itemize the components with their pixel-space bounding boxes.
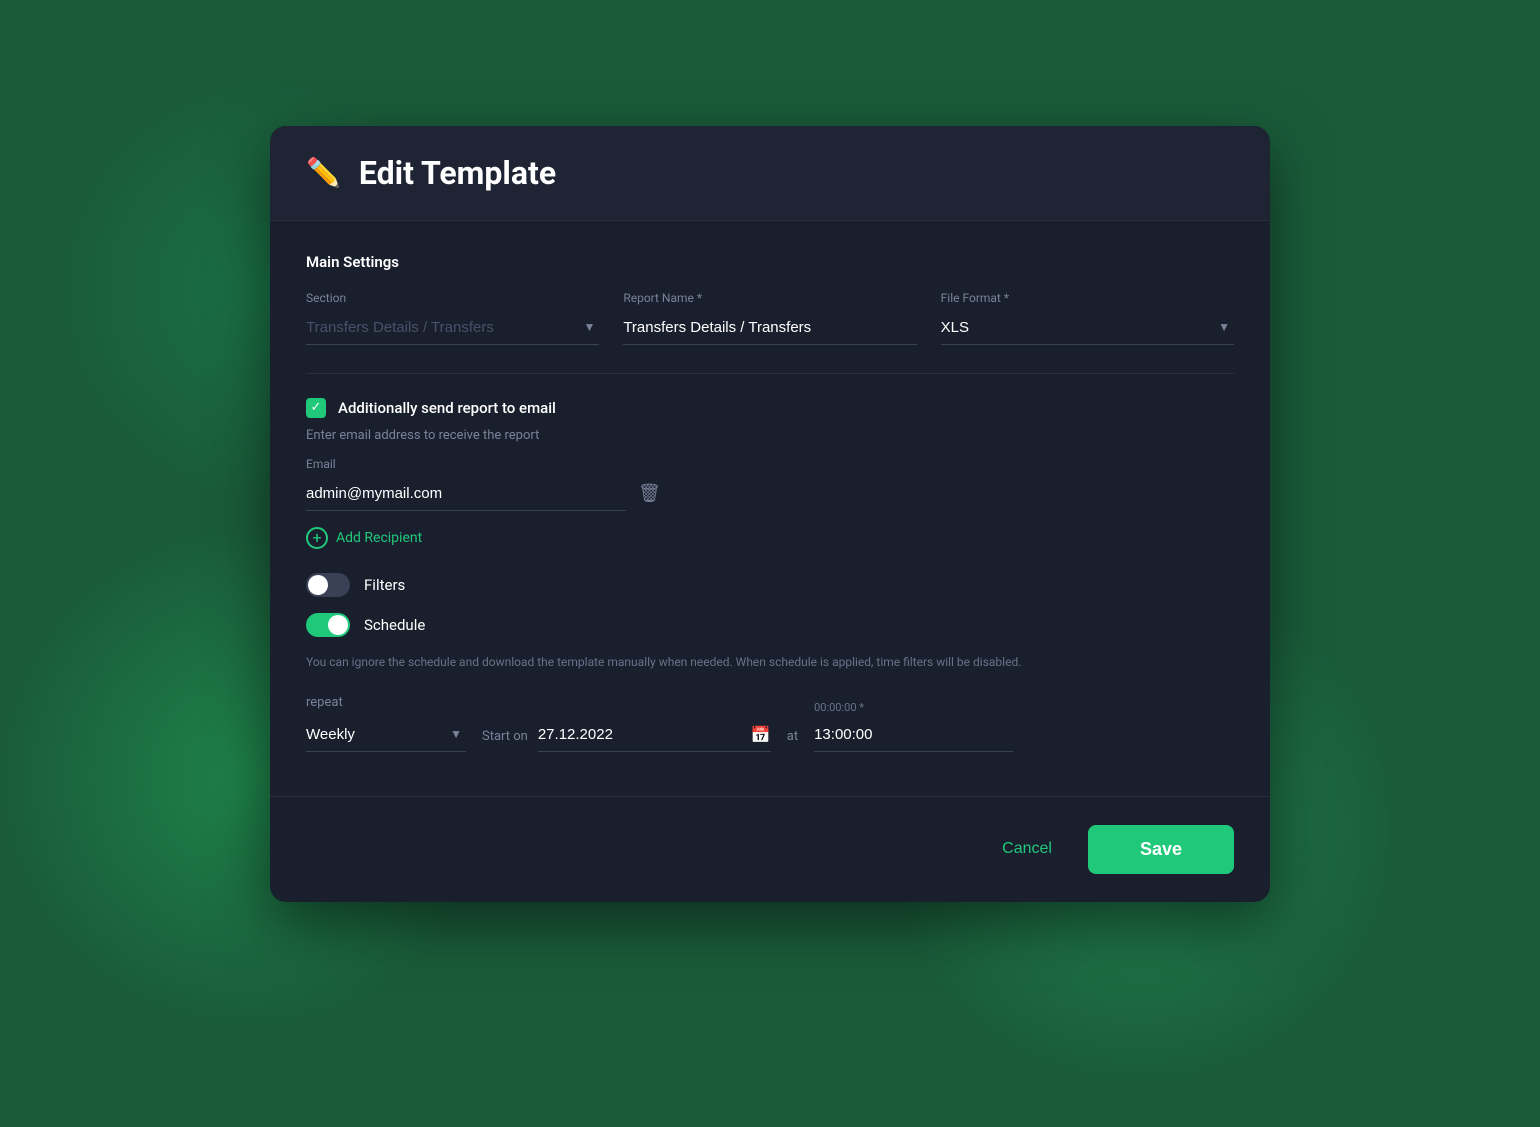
email-checkbox-row[interactable]: ✓ Additionally send report to email (306, 398, 1234, 418)
edit-icon: ✏️ (306, 159, 341, 187)
delete-email-icon[interactable]: 🗑 (638, 483, 661, 504)
modal-title: Edit Template (359, 154, 556, 192)
report-name-input[interactable] (623, 311, 916, 345)
section-field: Section Transfers Details / Transfers ▼ (306, 291, 599, 345)
start-on-group: Start on 📅 (482, 718, 771, 752)
divider-1 (306, 373, 1234, 374)
save-button[interactable]: Save (1088, 825, 1234, 874)
schedule-toggle[interactable] (306, 613, 350, 637)
filters-toggle[interactable] (306, 573, 350, 597)
filters-toggle-label: Filters (364, 576, 405, 594)
section-select[interactable]: Transfers Details / Transfers (306, 311, 599, 344)
add-recipient-icon: + (306, 527, 328, 549)
schedule-hint: You can ignore the schedule and download… (306, 653, 1234, 671)
time-hint: 00:00:00 * (814, 701, 1013, 714)
calendar-icon: 📅 (751, 725, 771, 744)
schedule-row: repeat Daily Weekly Monthly ▼ Start on (306, 695, 1234, 752)
main-settings-row: Section Transfers Details / Transfers ▼ … (306, 291, 1234, 345)
schedule-toggle-row: Schedule (306, 613, 1234, 637)
repeat-select[interactable]: Daily Weekly Monthly (306, 718, 466, 751)
modal-body: Main Settings Section Transfers Details … (270, 221, 1270, 788)
repeat-select-wrapper: Daily Weekly Monthly ▼ (306, 718, 466, 752)
date-input-wrapper: 📅 (538, 718, 771, 752)
report-name-field: Report Name (623, 291, 916, 345)
modal-header: ✏️ Edit Template (270, 126, 1270, 221)
cancel-button[interactable]: Cancel (986, 830, 1068, 868)
schedule-toggle-label: Schedule (364, 616, 425, 634)
file-format-field: File Format XLS CSV PDF ▼ (941, 291, 1234, 345)
file-format-select-wrapper: XLS CSV PDF ▼ (941, 311, 1234, 345)
repeat-label: repeat (306, 695, 466, 710)
modal-footer: Cancel Save (270, 796, 1270, 902)
add-recipient-button[interactable]: + Add Recipient (306, 527, 1234, 549)
email-checkbox-label: Additionally send report to email (338, 399, 556, 417)
time-input[interactable] (814, 718, 1013, 752)
at-label: at (787, 729, 798, 752)
file-format-label: File Format (941, 291, 1234, 305)
email-input[interactable] (306, 477, 626, 511)
edit-template-modal: ✏️ Edit Template Main Settings Section T… (270, 126, 1270, 902)
add-recipient-label: Add Recipient (336, 530, 422, 546)
report-name-label: Report Name (623, 291, 916, 305)
date-input[interactable] (538, 718, 745, 751)
email-row: 🗑 (306, 477, 1234, 511)
start-on-label: Start on (482, 729, 528, 752)
section-title: Main Settings (306, 253, 1234, 271)
time-group: 00:00:00 * (814, 701, 1013, 752)
filters-toggle-row: Filters (306, 573, 1234, 597)
section-select-wrapper: Transfers Details / Transfers ▼ (306, 311, 599, 345)
email-hint: Enter email address to receive the repor… (306, 428, 1234, 443)
email-checkbox[interactable]: ✓ (306, 398, 326, 418)
repeat-group: repeat Daily Weekly Monthly ▼ (306, 695, 466, 752)
filters-toggle-knob (308, 575, 328, 595)
email-field-label: Email (306, 457, 1234, 471)
section-label: Section (306, 291, 599, 305)
checkmark-icon: ✓ (311, 401, 322, 414)
file-format-select[interactable]: XLS CSV PDF (941, 311, 1234, 344)
schedule-toggle-knob (328, 615, 348, 635)
